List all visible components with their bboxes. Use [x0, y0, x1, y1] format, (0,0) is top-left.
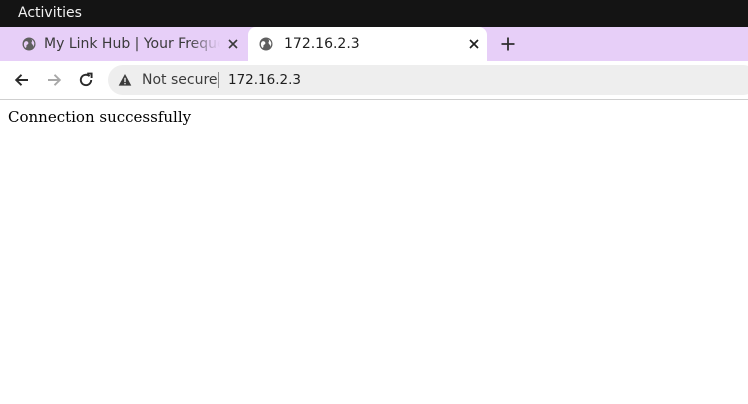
warning-icon[interactable]: [118, 73, 132, 87]
activities-button[interactable]: Activities: [18, 5, 82, 22]
address-bar[interactable]: Not secure 172.16.2.3: [108, 65, 748, 95]
tab-my-link-hub[interactable]: My Link Hub | Your Frequently Used Links: [8, 27, 246, 61]
forward-arrow-icon[interactable]: [45, 71, 63, 89]
tab-title: 172.16.2.3: [284, 36, 360, 52]
close-icon[interactable]: [467, 37, 481, 51]
back-arrow-icon[interactable]: [13, 71, 31, 89]
url-text[interactable]: 172.16.2.3: [228, 72, 301, 88]
system-top-bar: Activities: [0, 0, 748, 27]
reload-icon[interactable]: [77, 71, 95, 89]
tab-strip: My Link Hub | Your Frequently Used Links…: [0, 27, 748, 61]
close-icon[interactable]: [226, 37, 240, 51]
tab-172-16-2-3[interactable]: 172.16.2.3: [248, 27, 487, 61]
new-tab-plus-icon[interactable]: [498, 34, 518, 54]
page-message: Connection successfully: [8, 108, 192, 126]
globe-icon: [22, 37, 36, 51]
browser-toolbar: Not secure 172.16.2.3: [0, 61, 748, 100]
tab-title: My Link Hub | Your Frequently Used Links: [44, 36, 220, 52]
globe-icon: [259, 37, 273, 51]
security-status-label[interactable]: Not secure: [142, 72, 218, 88]
address-separator: [218, 72, 219, 88]
